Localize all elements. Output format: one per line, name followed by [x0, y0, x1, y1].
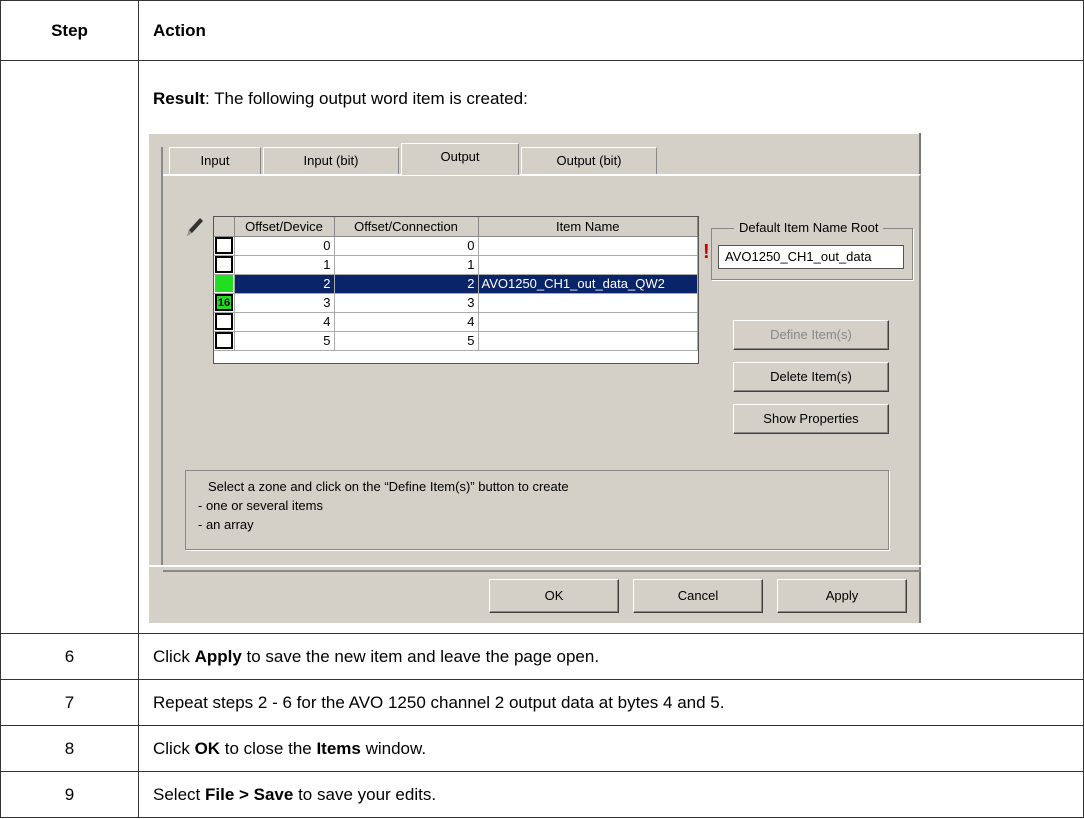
item-name	[478, 293, 698, 313]
cancel-button[interactable]: Cancel	[633, 579, 763, 613]
offset-device: 4	[234, 312, 335, 332]
table-row[interactable]: 16 3 3	[214, 293, 698, 313]
slot-checkbox[interactable]	[215, 237, 233, 254]
offset-connection: 4	[334, 312, 479, 332]
items-grid[interactable]: Offset/Device Offset/Connection Item Nam…	[213, 216, 699, 364]
header-action: Action	[153, 21, 206, 40]
item-name	[478, 331, 698, 351]
step-row-7: 7 Repeat steps 2 - 6 for the AVO 1250 ch…	[1, 679, 1083, 725]
table-row-selected[interactable]: 2 2 AVO1250_CH1_out_data_QW2	[214, 274, 698, 294]
step-action: Click OK to close the Items window.	[153, 739, 427, 758]
offset-device: 0	[234, 236, 335, 256]
items-dialog: Input Input (bit) Output Output (bit) Of…	[149, 133, 921, 623]
tab-pane: Input Input (bit) Output Output (bit) Of…	[161, 143, 921, 572]
tab-output-bit[interactable]: Output (bit)	[521, 147, 657, 175]
offset-connection: 0	[334, 236, 479, 256]
warning-icon: !	[703, 241, 710, 263]
slot-checkbox[interactable]	[215, 275, 233, 292]
help-line: - one or several items	[198, 498, 323, 513]
name-root-input[interactable]: AVO1250_CH1_out_data	[718, 245, 904, 269]
item-name	[478, 312, 698, 332]
col-offset-device[interactable]: Offset/Device	[234, 217, 335, 237]
output-pane: Offset/Device Offset/Connection Item Nam…	[163, 174, 921, 572]
offset-connection: 2	[334, 274, 479, 294]
group-title: Default Item Name Root	[734, 220, 884, 235]
slot-badge-16[interactable]: 16	[215, 294, 233, 311]
offset-device: 1	[234, 255, 335, 275]
default-name-root-group: Default Item Name Root ! AVO1250_CH1_out…	[703, 220, 913, 280]
offset-connection: 3	[334, 293, 479, 313]
show-properties-button[interactable]: Show Properties	[733, 404, 889, 434]
tab-output[interactable]: Output	[401, 143, 519, 175]
delete-items-button[interactable]: Delete Item(s)	[733, 362, 889, 392]
item-name	[478, 236, 698, 256]
help-line: Select a zone and click on the “Define I…	[208, 479, 569, 494]
help-text-box: Select a zone and click on the “Define I…	[185, 470, 889, 550]
step-row-8: 8 Click OK to close the Items window.	[1, 725, 1083, 771]
step-action: Select File > Save to save your edits.	[153, 785, 437, 804]
item-name	[478, 255, 698, 275]
help-line: - an array	[198, 517, 254, 532]
result-label: Result	[153, 89, 205, 108]
col-item-name[interactable]: Item Name	[478, 217, 698, 237]
step-number: 8	[64, 739, 75, 758]
step-action: Click Apply to save the new item and lea…	[153, 647, 600, 666]
slot-checkbox[interactable]	[215, 313, 233, 330]
step-row-6: 6 Click Apply to save the new item and l…	[1, 633, 1083, 679]
result-line: Result: The following output word item i…	[153, 89, 528, 109]
col-offset-connection[interactable]: Offset/Connection	[334, 217, 479, 237]
ok-button[interactable]: OK	[489, 579, 619, 613]
step-action: Repeat steps 2 - 6 for the AVO 1250 chan…	[153, 693, 725, 712]
item-name: AVO1250_CH1_out_data_QW2	[478, 274, 698, 294]
header-step: Step	[51, 21, 88, 40]
pencil-icon[interactable]	[185, 216, 205, 244]
offset-connection: 1	[334, 255, 479, 275]
step-row-9: 9 Select File > Save to save your edits.	[1, 771, 1083, 819]
table-row[interactable]: 1 1	[214, 255, 698, 275]
define-items-button[interactable]: Define Item(s)	[733, 320, 889, 350]
table-row[interactable]: 0 0	[214, 236, 698, 256]
tab-input[interactable]: Input	[169, 147, 261, 175]
table-row[interactable]: 5 5	[214, 331, 698, 351]
apply-button[interactable]: Apply	[777, 579, 907, 613]
result-text: : The following output word item is crea…	[204, 89, 528, 108]
table-header: Step Action	[1, 1, 1083, 61]
step-number: 7	[64, 693, 75, 712]
offset-device: 2	[234, 274, 335, 294]
slot-checkbox[interactable]	[215, 256, 233, 273]
offset-device: 3	[234, 293, 335, 313]
offset-device: 5	[234, 331, 335, 351]
table-row[interactable]: 4 4	[214, 312, 698, 332]
step-number: 9	[64, 785, 75, 804]
offset-connection: 5	[334, 331, 479, 351]
slot-checkbox[interactable]	[215, 332, 233, 349]
dialog-button-bar: OK Cancel Apply	[149, 565, 921, 623]
procedure-table: Step Action Result: The following output…	[0, 0, 1084, 818]
step-number: 6	[64, 647, 75, 666]
tab-input-bit[interactable]: Input (bit)	[263, 147, 399, 175]
